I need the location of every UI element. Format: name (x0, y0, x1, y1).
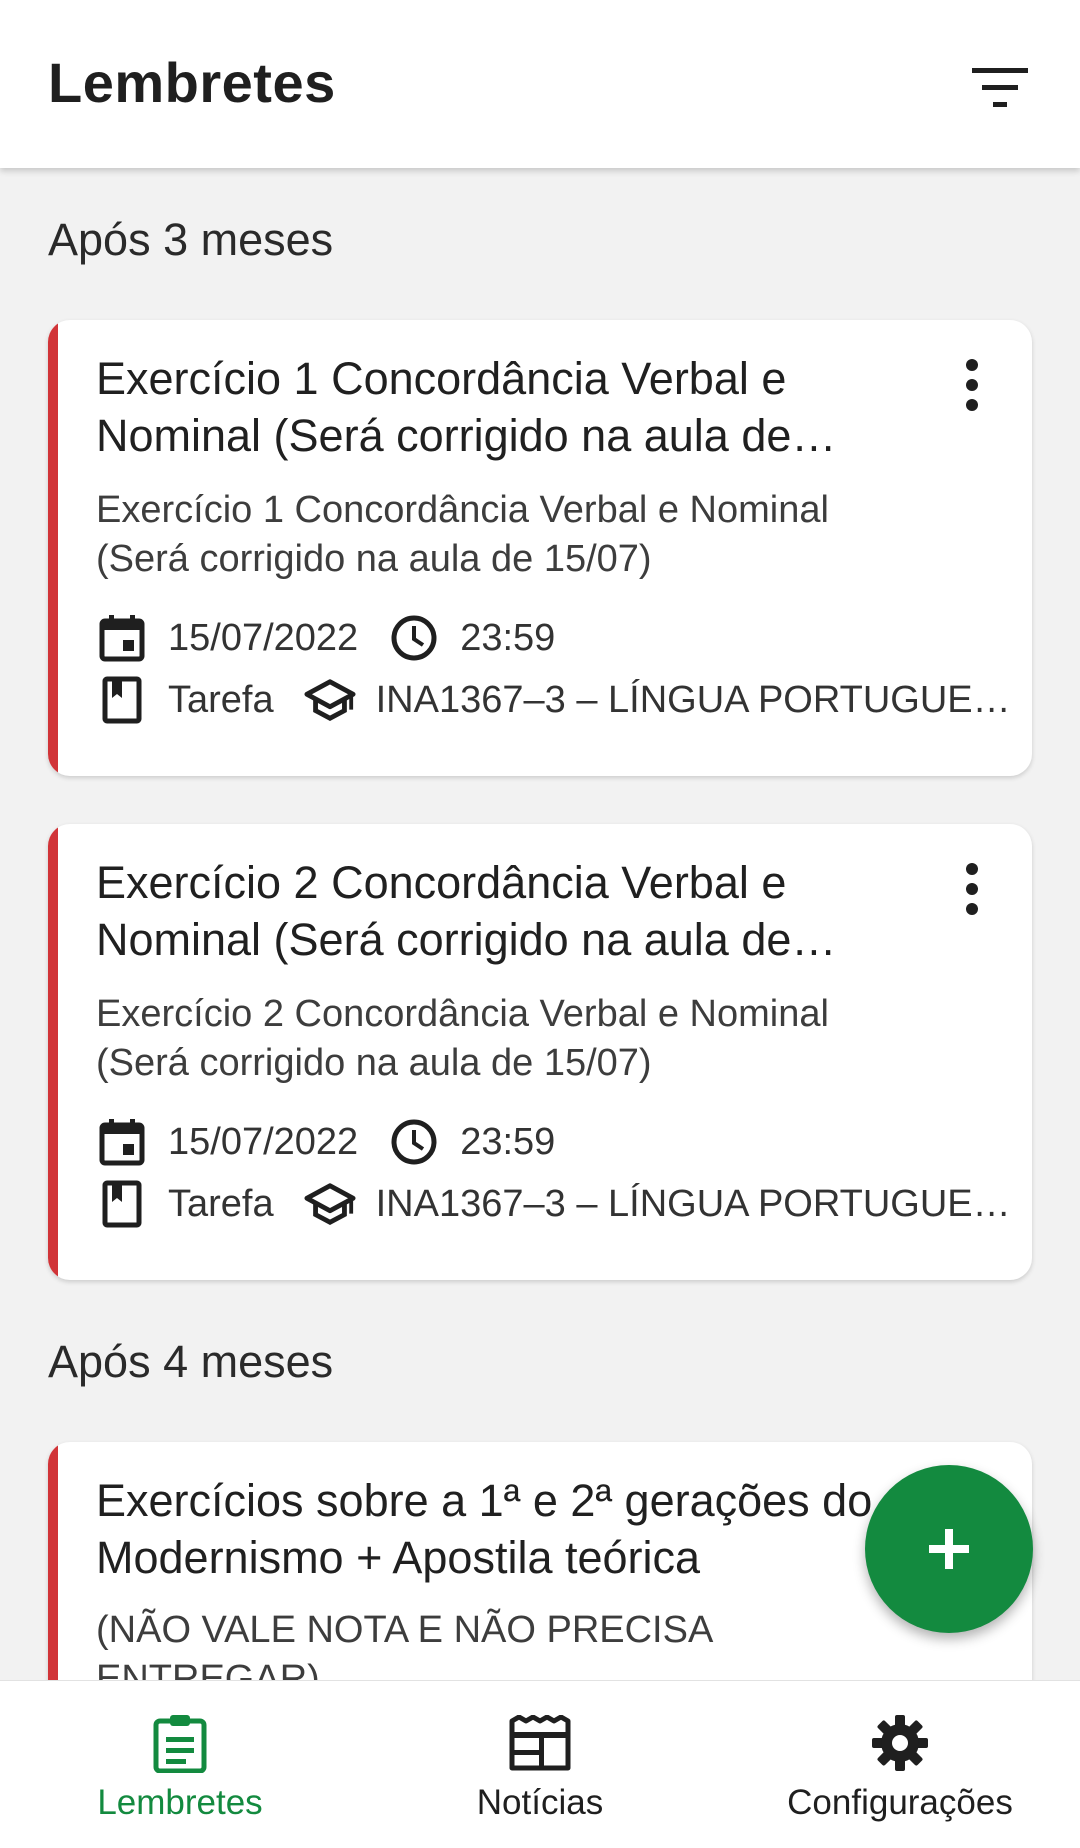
card-status-stripe (48, 320, 58, 776)
nav-item-noticias[interactable]: Notícias (360, 1681, 720, 1848)
card-status-stripe (48, 1442, 58, 1680)
card-course: INA1367–3 – LÍNGUA PORTUGUESA (375, 678, 1016, 721)
calendar-icon (96, 1116, 148, 1168)
card-title: Exercícios sobre a 1ª e 2ª gerações do M… (96, 1475, 873, 1583)
filter-list-icon (972, 68, 1028, 107)
reminders-list[interactable]: Após 3 meses Exercício 1 Concordância Ve… (0, 168, 1080, 1680)
calendar-icon (96, 612, 148, 664)
nav-item-configuracoes[interactable]: Configurações (720, 1681, 1080, 1848)
more-options-button[interactable] (942, 854, 1002, 924)
more-options-button[interactable] (942, 350, 1002, 420)
school-icon (304, 1178, 356, 1230)
more-vert-icon (966, 359, 978, 411)
card-time: 23:59 (460, 1120, 556, 1163)
nav-label: Notícias (476, 1783, 604, 1822)
card-time: 23:59 (460, 616, 556, 659)
nav-label: Lembretes (97, 1783, 263, 1822)
card-date: 15/07/2022 (168, 616, 359, 659)
card-type: Tarefa (168, 678, 274, 721)
card-course: INA1367–3 – LÍNGUA PORTUGUESA (375, 1182, 1016, 1225)
card-title: Exercício 2 Concordância Verbal e Nomina… (96, 857, 792, 965)
more-vert-icon (966, 863, 978, 915)
card-date: 15/07/2022 (168, 1120, 359, 1163)
clock-icon (388, 1116, 440, 1168)
school-icon (304, 674, 356, 726)
page-title: Lembretes (48, 51, 336, 114)
bookmark-book-icon (96, 1178, 148, 1230)
card-type: Tarefa (168, 1182, 274, 1225)
section-header: Após 3 meses (48, 214, 334, 265)
plus-icon (929, 1529, 969, 1569)
card-status-stripe (48, 824, 58, 1280)
card-category-row: Tarefa INA1367–3 – LÍNGUA PORTUGUESA (96, 672, 1016, 728)
filter-button[interactable] (960, 52, 1040, 124)
card-title: Exercício 1 Concordância Verbal e Nomina… (96, 353, 792, 461)
app-bar: Lembretes (0, 0, 1080, 168)
clock-icon (388, 612, 440, 664)
nav-item-lembretes[interactable]: Lembretes (0, 1681, 360, 1848)
card-description: Exercício 2 Concordância Verbal e Nomina… (96, 993, 829, 1084)
bookmark-book-icon (96, 674, 148, 726)
card-datetime-row: 15/07/2022 23:59 (96, 1114, 1016, 1170)
newspaper-icon (508, 1711, 572, 1775)
nav-label: Configurações (787, 1783, 1013, 1822)
reminder-card[interactable]: Exercício 2 Concordância Verbal e Nomina… (48, 824, 1032, 1280)
gear-icon (868, 1711, 932, 1775)
card-datetime-row: 15/07/2022 23:59 (96, 610, 1016, 666)
card-category-row: Tarefa INA1367–3 – LÍNGUA PORTUGUESA (96, 1176, 1016, 1232)
clipboard-list-icon (148, 1711, 212, 1775)
section-header: Após 4 meses (48, 1336, 334, 1387)
card-description: Exercício 1 Concordância Verbal e Nomina… (96, 489, 829, 580)
card-description: (NÃO VALE NOTA E NÃO PRECISA ENTREGAR) (96, 1609, 712, 1680)
add-reminder-button[interactable] (865, 1465, 1033, 1633)
bottom-navigation: Lembretes Notícias Configurações (0, 1680, 1080, 1848)
reminder-card[interactable]: Exercício 1 Concordância Verbal e Nomina… (48, 320, 1032, 776)
